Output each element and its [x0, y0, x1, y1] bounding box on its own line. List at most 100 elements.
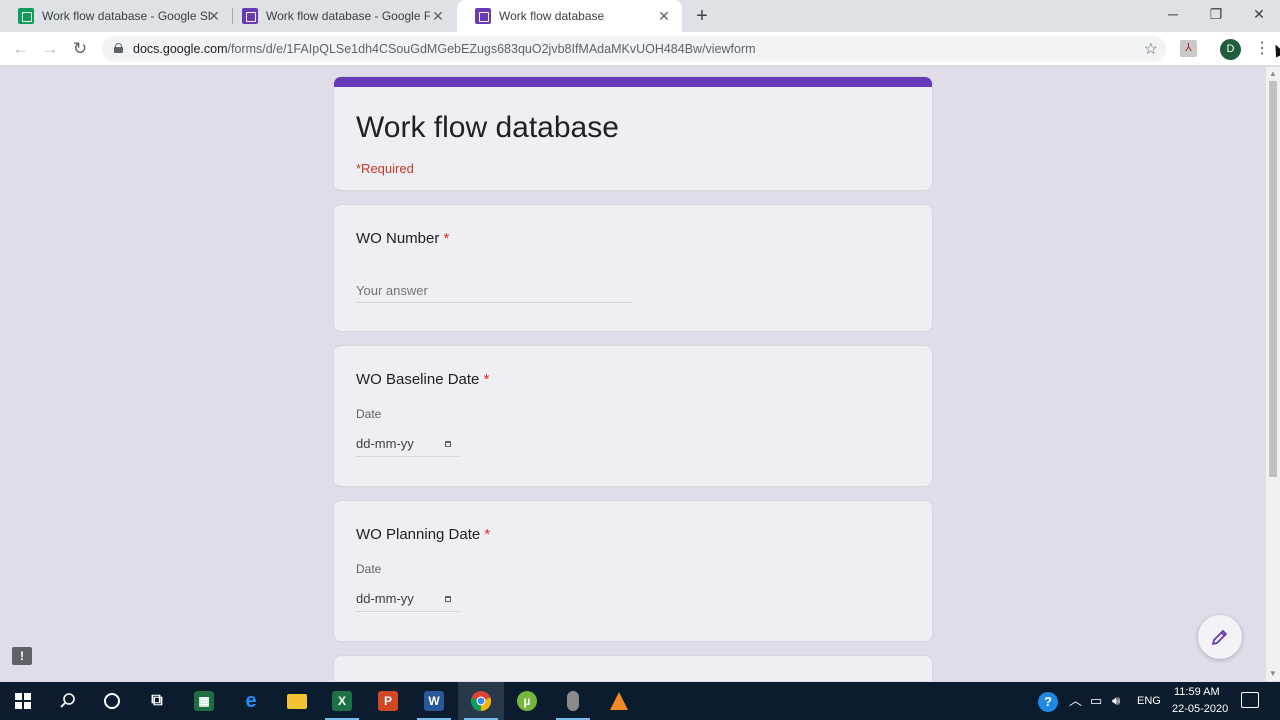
question-card-wo-baseline-date: WO Baseline Date * Date dd-mm-yy: [333, 345, 933, 487]
question-title: WO Planning Date *: [356, 526, 490, 543]
required-asterisk: *: [443, 230, 450, 247]
restore-button[interactable]: ❐: [1195, 0, 1237, 30]
taskbar-word[interactable]: W: [411, 682, 457, 720]
report-feedback-icon[interactable]: !: [12, 647, 32, 665]
forward-arrow-icon[interactable]: →: [38, 37, 62, 61]
required-asterisk: *: [484, 526, 491, 543]
volume-icon[interactable]: 🔊︎: [1112, 694, 1120, 708]
close-icon[interactable]: ✕: [656, 8, 672, 24]
show-hidden-icons-chevron-up-icon[interactable]: ︿: [1069, 694, 1082, 708]
tab-title: Work flow database - Google Sheets: [42, 9, 210, 23]
notifications-icon[interactable]: [1241, 692, 1259, 708]
input-language[interactable]: ENG: [1137, 695, 1161, 707]
search-button[interactable]: [45, 682, 91, 720]
url-path: /forms/d/e/1FAIpQLSe1dh4CSouGdMGebEZugs6…: [227, 42, 756, 56]
question-card-next: [333, 655, 933, 681]
question-card-wo-number: WO Number *: [333, 204, 933, 332]
taskbar-vlc[interactable]: [596, 682, 642, 720]
reload-icon[interactable]: ↻: [68, 37, 92, 61]
url-host: docs.google.com: [133, 42, 228, 56]
taskbar-file-explorer[interactable]: [274, 682, 320, 720]
folder-icon: [287, 693, 307, 709]
tab-google-sheets[interactable]: Work flow database - Google Sheets ✕: [0, 0, 232, 32]
question-title: WO Baseline Date *: [356, 371, 489, 388]
scroll-down-arrow-icon[interactable]: ▼: [1269, 670, 1277, 678]
form-header-card: Work flow database *Required: [333, 76, 933, 191]
help-tray-icon[interactable]: ?: [1038, 692, 1058, 712]
question-label: WO Baseline Date: [356, 371, 480, 388]
forms-icon: [242, 8, 258, 24]
edit-form-button[interactable]: [1198, 615, 1242, 659]
date-label: Date: [356, 562, 382, 576]
close-icon[interactable]: ✕: [430, 8, 446, 24]
accent-bar: [334, 77, 932, 87]
pencil-icon: [1212, 630, 1227, 645]
url-text: docs.google.com/forms/d/e/1FAIpQLSe1dh4C…: [133, 42, 756, 56]
taskbar-voice-recorder[interactable]: [550, 682, 596, 720]
edge-icon: e: [245, 690, 257, 712]
powerpoint-icon: P: [378, 691, 398, 711]
more-options-icon[interactable]: ⋮: [1254, 39, 1270, 59]
tab-work-flow-database[interactable]: Work flow database ✕: [457, 0, 682, 32]
close-window-button[interactable]: ✕: [1238, 0, 1280, 30]
date-placeholder: dd-mm-yy: [356, 436, 414, 451]
date-label: Date: [356, 407, 382, 421]
tab-google-forms-editor[interactable]: Work flow database - Google Forms ✕: [224, 0, 456, 32]
tab-title: Work flow database - Google Forms: [266, 9, 430, 23]
planning-date-input[interactable]: dd-mm-yy: [356, 587, 459, 612]
page-scrollbar[interactable]: ▲ ▼: [1266, 67, 1280, 681]
taskbar-powerpoint[interactable]: P: [365, 682, 411, 720]
windows-logo-icon: [15, 693, 31, 709]
battery-icon[interactable]: ▭: [1090, 694, 1102, 708]
sheets-icon: [18, 8, 34, 24]
cortana-button[interactable]: [89, 682, 135, 720]
spreadsheet-icon: ▦: [194, 691, 214, 711]
windows-taskbar: ⧉ ▦ e X P W µ ? ︿ ▭ 🔊︎ ENG 11:59 AM 22-0…: [0, 682, 1280, 720]
tab-title: Work flow database: [499, 9, 605, 23]
taskbar-utorrent[interactable]: µ: [504, 682, 550, 720]
cortana-icon: [104, 693, 120, 709]
date-placeholder: dd-mm-yy: [356, 591, 414, 606]
vlc-cone-icon: [610, 692, 628, 710]
pdf-extension-icon[interactable]: ⅄: [1180, 40, 1197, 57]
baseline-date-input[interactable]: dd-mm-yy: [356, 432, 459, 457]
taskbar-excel[interactable]: X: [319, 682, 365, 720]
calendar-icon[interactable]: [445, 441, 451, 447]
windows-start-button[interactable]: [0, 682, 46, 720]
scroll-up-arrow-icon[interactable]: ▲: [1269, 70, 1277, 78]
utorrent-icon: µ: [517, 691, 537, 711]
question-label: WO Planning Date: [356, 526, 481, 543]
clock-time[interactable]: 11:59 AM: [1174, 686, 1220, 698]
word-icon: W: [424, 691, 444, 711]
page-viewport: Work flow database *Required WO Number *…: [0, 67, 1266, 681]
tab-strip: Work flow database - Google Sheets ✕ Wor…: [0, 0, 1280, 32]
minimize-button[interactable]: ─: [1152, 0, 1194, 30]
scrollbar-thumb[interactable]: [1269, 81, 1277, 477]
bookmark-star-icon[interactable]: ☆: [1144, 39, 1158, 59]
browser-toolbar: ← → ↻ docs.google.com/forms/d/e/1FAIpQLS…: [0, 32, 1280, 66]
excel-icon: X: [332, 691, 352, 711]
question-label: WO Number: [356, 230, 440, 247]
question-title: WO Number *: [356, 230, 449, 247]
clock-date[interactable]: 22-05-2020: [1172, 703, 1228, 715]
taskbar-excel-sheet[interactable]: ▦: [181, 682, 227, 720]
back-arrow-icon[interactable]: ←: [9, 37, 33, 61]
profile-avatar[interactable]: D: [1220, 39, 1241, 60]
forms-icon: [475, 8, 491, 24]
close-icon[interactable]: ✕: [206, 8, 222, 24]
calendar-icon[interactable]: [445, 596, 451, 602]
wo-number-input[interactable]: [356, 279, 633, 303]
task-view-icon: ⧉: [151, 692, 163, 709]
address-bar[interactable]: docs.google.com/forms/d/e/1FAIpQLSe1dh4C…: [102, 36, 1166, 62]
search-icon: [60, 693, 75, 708]
taskbar-chrome[interactable]: [458, 682, 504, 720]
new-tab-button[interactable]: +: [692, 6, 712, 26]
task-view-button[interactable]: ⧉: [134, 682, 180, 720]
taskbar-edge[interactable]: e: [228, 682, 274, 720]
question-card-wo-planning-date: WO Planning Date * Date dd-mm-yy: [333, 500, 933, 642]
lock-icon: [114, 43, 123, 53]
microphone-icon: [567, 691, 579, 711]
chrome-icon: [470, 691, 492, 712]
form-title: Work flow database: [356, 111, 619, 144]
required-note: *Required: [356, 161, 414, 176]
